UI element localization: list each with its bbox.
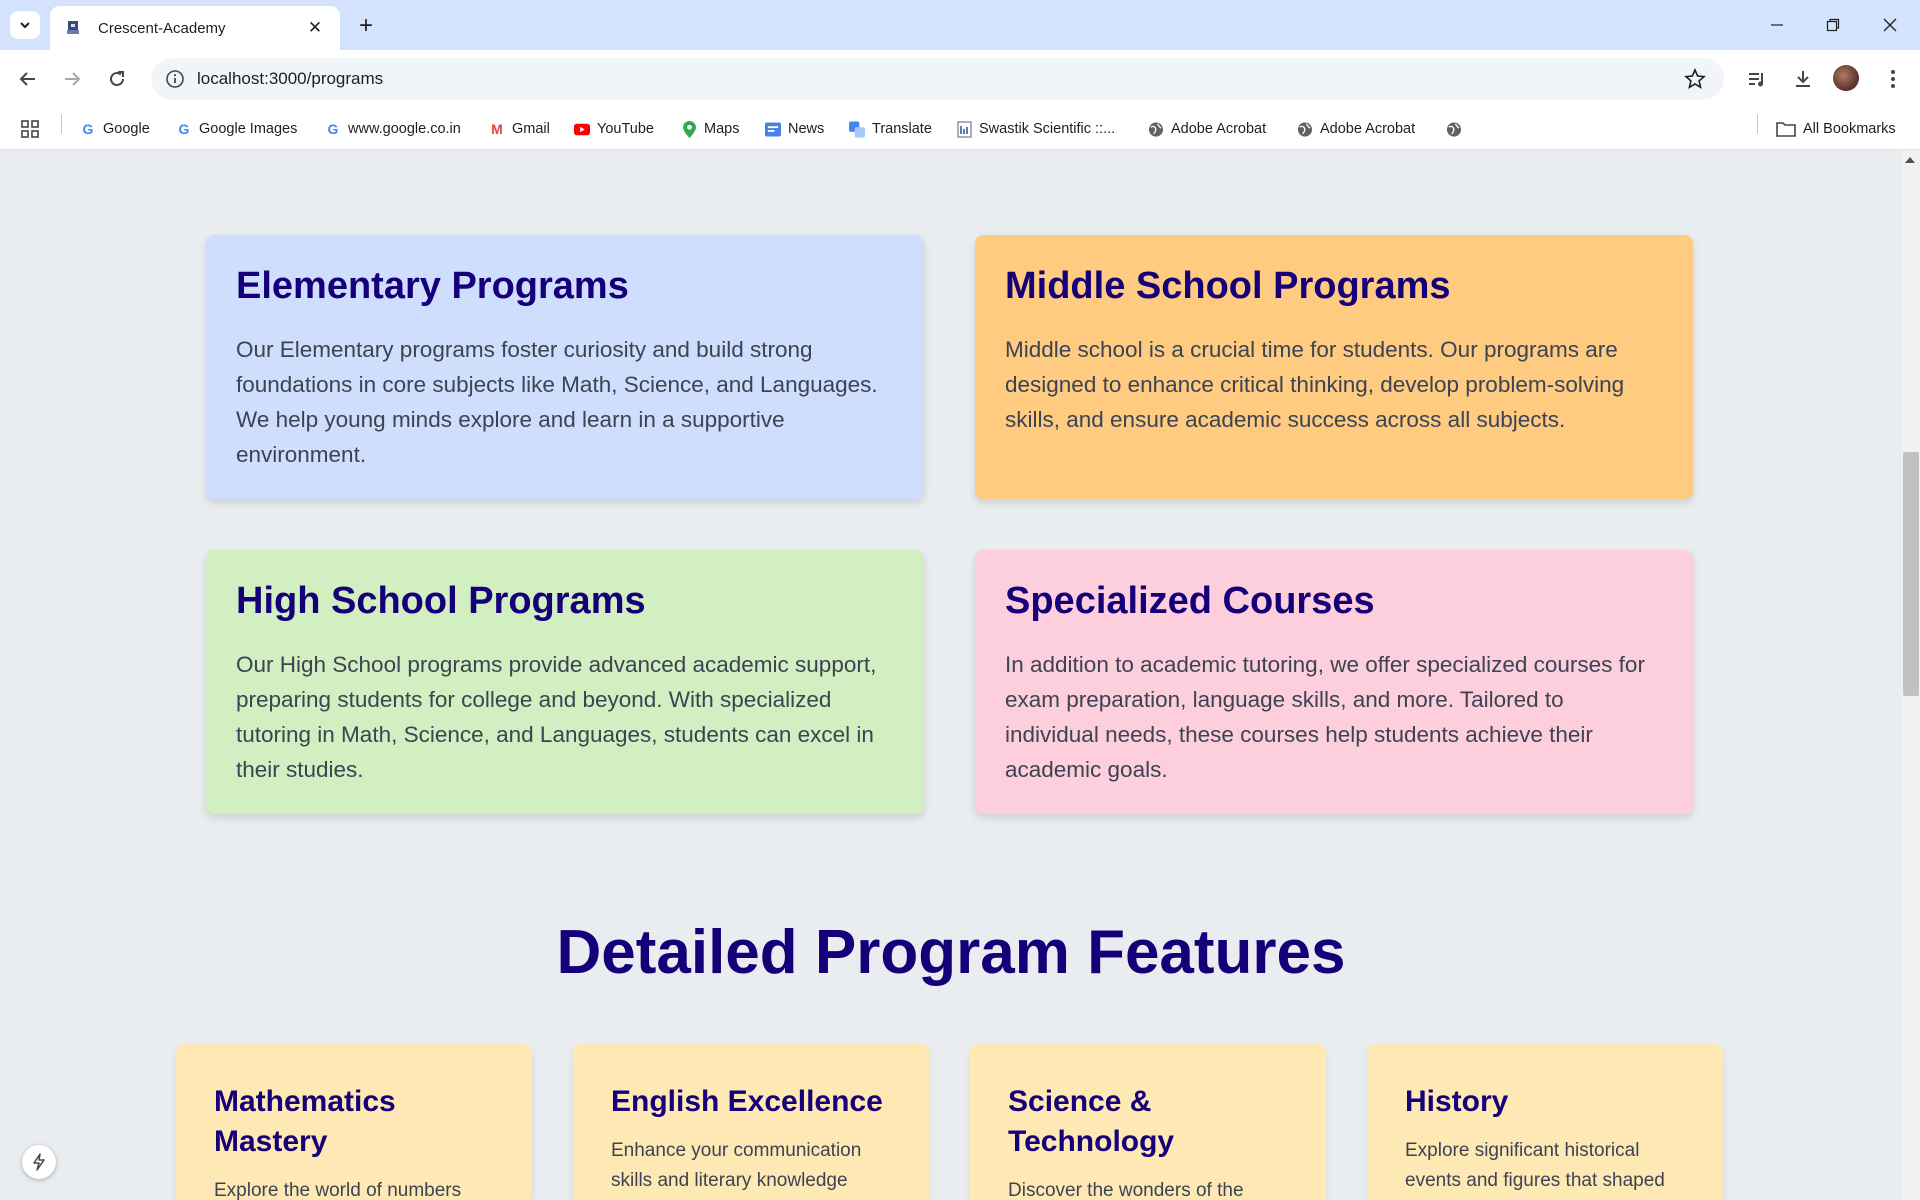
chevron-down-icon (20, 22, 30, 29)
feature-description: Explore significant historical events an… (1405, 1140, 1665, 1191)
bookmark-gmail[interactable]: M Gmail (489, 117, 550, 141)
bookmark-google[interactable]: G Google (80, 117, 150, 141)
globe-icon (1148, 121, 1164, 137)
feature-card-mathematics[interactable]: Mathematics Mastery Explore the world of… (176, 1044, 532, 1200)
new-tab-button[interactable]: + (352, 12, 380, 40)
program-card-middle-school[interactable]: Middle School Programs Middle school is … (975, 235, 1693, 499)
browser-toolbar: localhost:3000/programs (0, 50, 1920, 108)
folder-icon (1776, 121, 1796, 137)
bookmark-google-images[interactable]: G Google Images (176, 117, 298, 141)
bookmark-globe[interactable] (1446, 117, 1469, 141)
bookmark-youtube[interactable]: YouTube (574, 117, 654, 141)
program-card-high-school[interactable]: High School Programs Our High School pro… (206, 550, 924, 814)
downloads-icon[interactable] (1788, 64, 1818, 94)
feature-card-history[interactable]: History Explore significant historical e… (1367, 1044, 1723, 1200)
close-tab-icon[interactable]: ✕ (304, 17, 326, 39)
reload-icon (110, 71, 124, 86)
feature-card-english[interactable]: English Excellence Enhance your communic… (573, 1044, 929, 1200)
back-button[interactable] (13, 64, 43, 94)
page-viewport: Elementary Programs Our Elementary progr… (0, 151, 1902, 1200)
bookmarks-bar: G Google G Google Images Gwww.google.co.in… (0, 108, 1920, 150)
restore-icon[interactable] (1813, 8, 1853, 42)
lightning-icon[interactable] (22, 1145, 56, 1179)
globe-icon (1446, 121, 1462, 137)
news-icon (765, 121, 781, 137)
bookmark-adobe-acrobat-1[interactable]: Adobe Acrobat (1148, 117, 1266, 141)
translate-icon (849, 121, 865, 137)
gmail-icon: M (491, 121, 503, 137)
site-info-icon[interactable] (165, 69, 185, 89)
google-icon: G (327, 121, 339, 137)
scrollbar-thumb[interactable] (1903, 452, 1919, 696)
feature-title: History (1405, 1085, 1509, 1118)
program-description: Our Elementary programs foster curiosity… (236, 337, 878, 467)
google-icon: G (82, 121, 94, 137)
feature-description: Explore the world of numbers (214, 1180, 462, 1200)
bookmark-translate[interactable]: Translate (849, 117, 932, 141)
feature-title: English Excellence (611, 1085, 883, 1118)
program-description: Our High School programs provide advance… (236, 652, 877, 782)
feature-title: Science & Technology (1008, 1085, 1175, 1158)
bookmark-news[interactable]: News (765, 117, 824, 141)
globe-icon (1297, 121, 1313, 137)
apps-grid-icon[interactable] (20, 117, 40, 141)
tab-search-button[interactable] (10, 11, 40, 39)
feature-description: Enhance your communication skills and li… (611, 1140, 862, 1191)
maps-icon (681, 120, 697, 138)
url-text: localhost:3000/programs (197, 69, 384, 88)
google-icon: G (178, 121, 190, 137)
features-section-title: Detailed Program Features (556, 918, 1346, 987)
bookmark-star-icon[interactable] (1684, 67, 1706, 90)
more-menu-icon[interactable] (1878, 64, 1908, 94)
program-card-specialized[interactable]: Specialized Courses In addition to acade… (975, 550, 1693, 814)
tab-title: Crescent-Academy (98, 19, 226, 37)
program-title: Elementary Programs (236, 265, 629, 307)
profile-avatar[interactable] (1833, 65, 1859, 91)
browser-tab[interactable]: Crescent-Academy ✕ (50, 6, 340, 50)
academy-favicon-icon (64, 19, 82, 37)
feature-card-science[interactable]: Science & Technology Discover the wonder… (970, 1044, 1326, 1200)
program-description: Middle school is a crucial time for stud… (1005, 337, 1625, 432)
forward-button[interactable] (57, 64, 87, 94)
page-icon (956, 120, 972, 138)
feature-description: Discover the wonders of the (1008, 1180, 1244, 1200)
close-window-icon[interactable] (1870, 8, 1910, 42)
media-control-icon[interactable] (1742, 64, 1772, 94)
scroll-up-icon[interactable] (1905, 157, 1915, 163)
bookmark-adobe-acrobat-2[interactable]: Adobe Acrobat (1297, 117, 1415, 141)
minimize-icon[interactable] (1757, 8, 1797, 42)
program-description: In addition to academic tutoring, we off… (1005, 652, 1645, 782)
program-title: Specialized Courses (1005, 580, 1375, 622)
bookmark-swastik-scientific[interactable]: Swastik Scientific ::... (956, 117, 1115, 141)
youtube-icon (574, 121, 590, 137)
program-title: High School Programs (236, 580, 646, 622)
feature-title: Mathematics Mastery (214, 1085, 396, 1158)
bookmarks-divider (61, 114, 62, 134)
program-title: Middle School Programs (1005, 265, 1451, 307)
arrow-left-icon (19, 72, 35, 86)
tab-strip: Crescent-Academy ✕ + (0, 0, 1920, 50)
bookmark-maps[interactable]: Maps (681, 117, 739, 141)
address-bar[interactable]: localhost:3000/programs (151, 58, 1724, 100)
bookmarks-divider (1757, 114, 1758, 134)
reload-button[interactable] (102, 64, 132, 94)
program-card-elementary[interactable]: Elementary Programs Our Elementary progr… (206, 235, 924, 499)
arrow-right-icon (65, 72, 81, 86)
all-bookmarks-button[interactable]: All Bookmarks (1776, 117, 1896, 141)
bookmark-google-co-in[interactable]: Gwww.google.co.in (325, 117, 461, 141)
